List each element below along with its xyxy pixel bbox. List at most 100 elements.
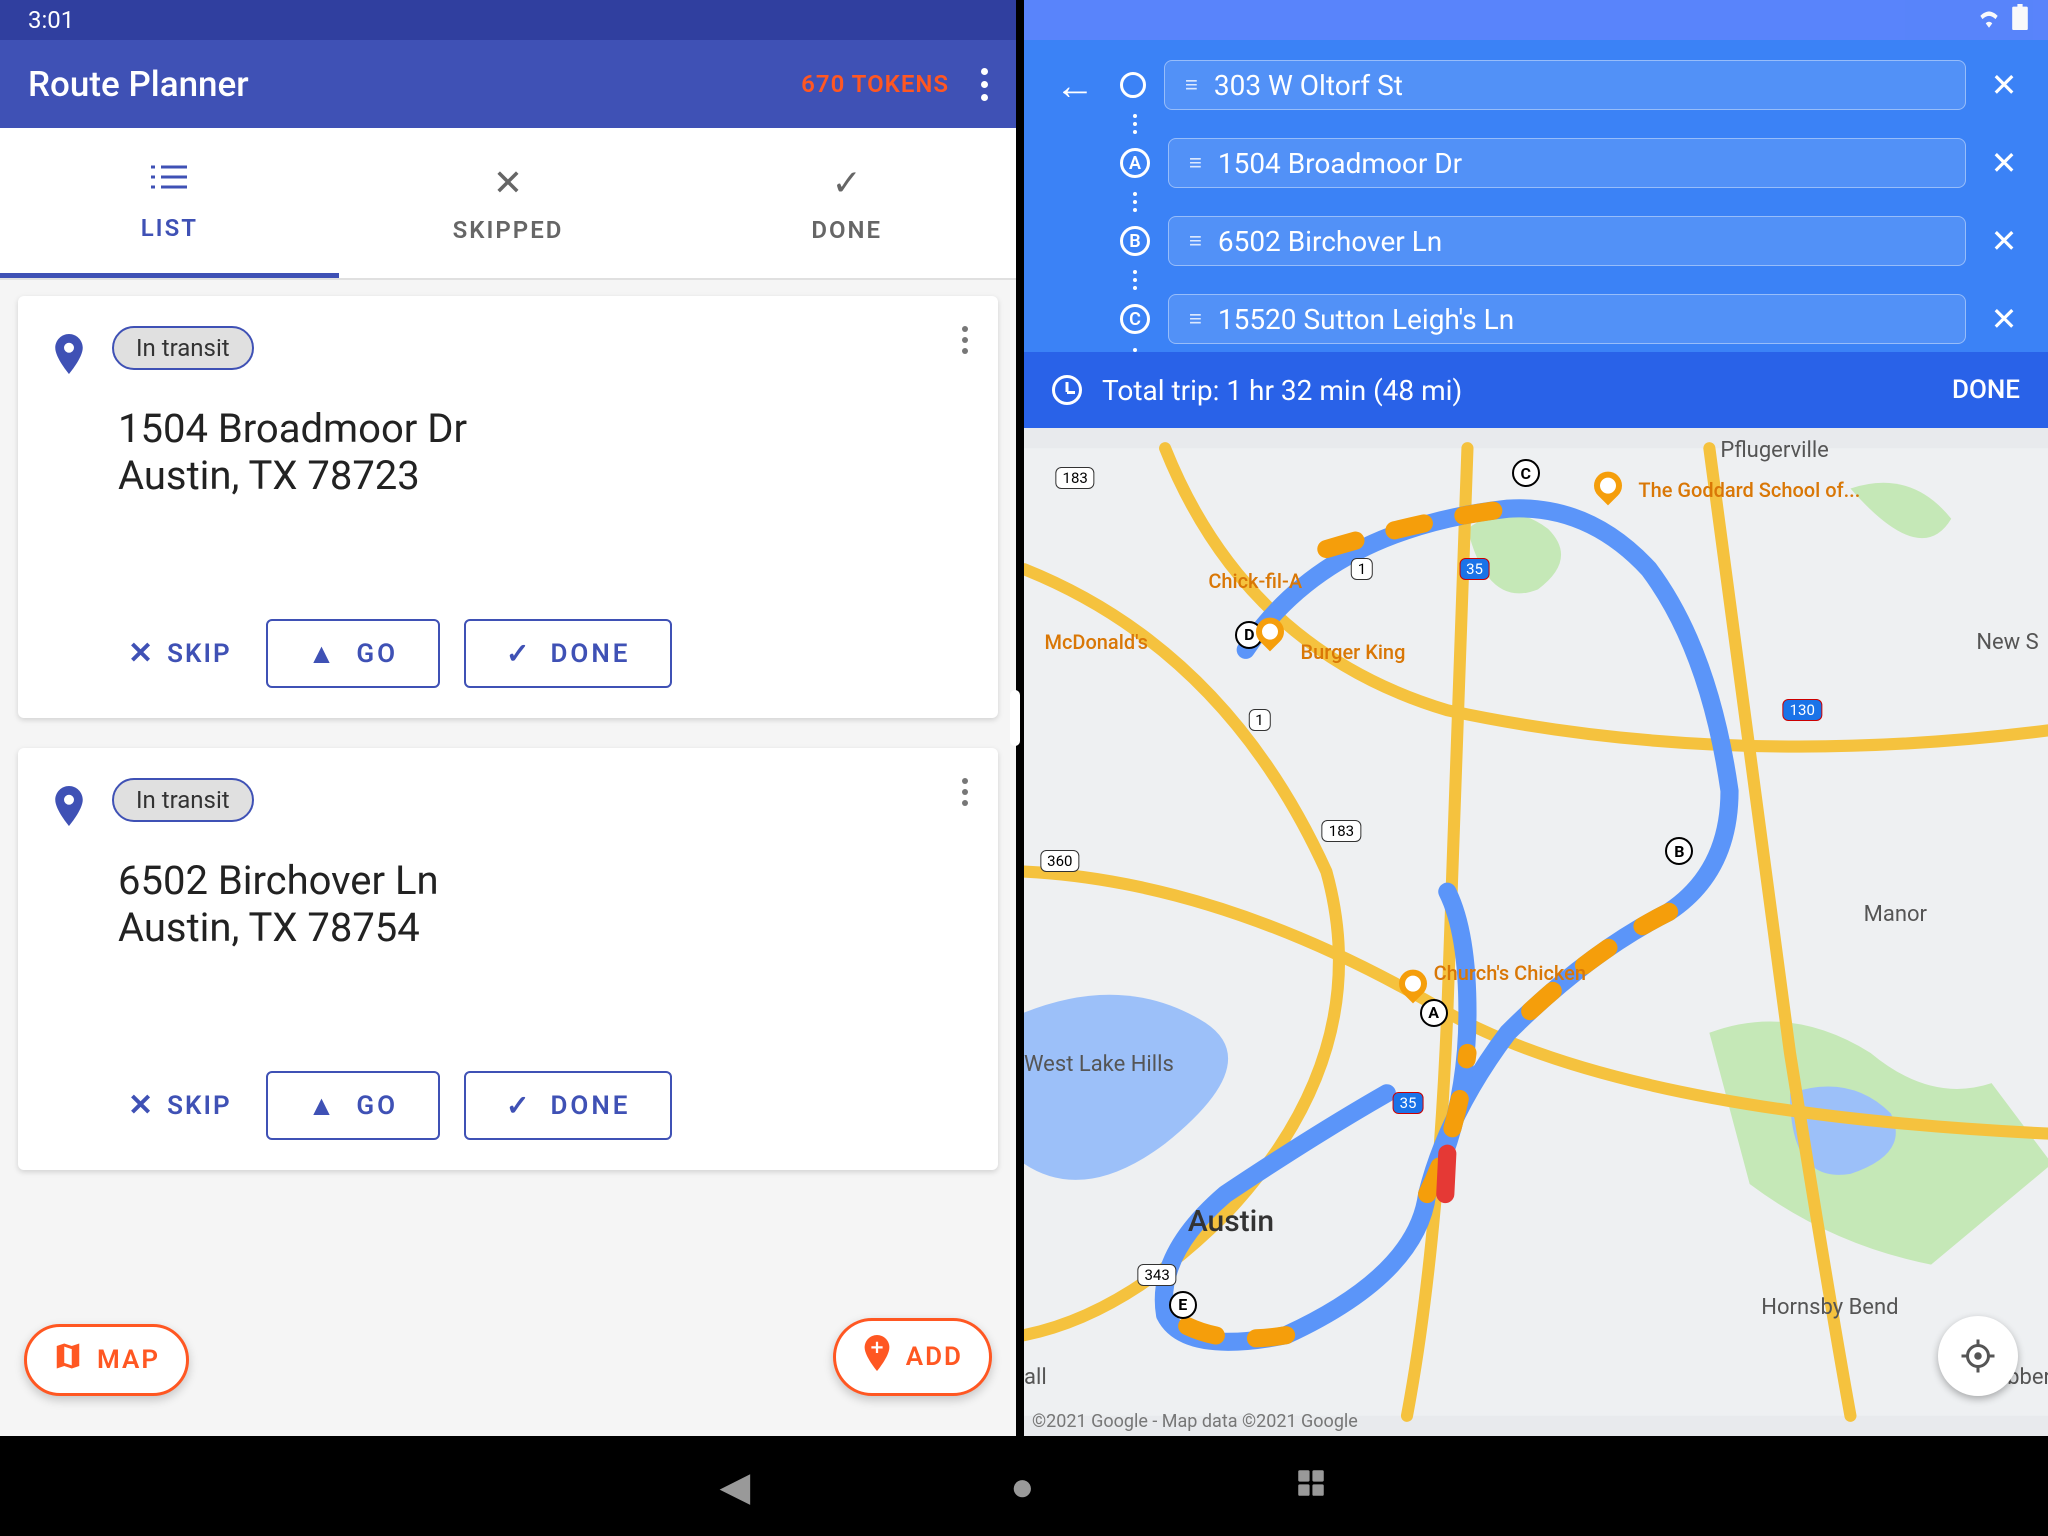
status-bar-right (1024, 0, 2048, 40)
waypoint-input[interactable]: ≡303 W Oltorf St (1164, 60, 1966, 110)
remove-waypoint-icon[interactable]: ✕ (1984, 144, 2024, 182)
close-icon: ✕ (128, 1088, 155, 1123)
connector-dots-icon (1120, 270, 1150, 290)
location-pin-icon (54, 334, 84, 383)
waypoint-row: B ≡6502 Birchover Ln ✕ (1048, 210, 2024, 272)
skip-button[interactable]: ✕SKIP (118, 1074, 242, 1137)
trip-summary: Total trip: 1 hr 32 min (48 mi) (1102, 374, 1462, 407)
my-location-button[interactable] (1938, 1316, 2018, 1396)
tab-done-label: DONE (811, 216, 882, 244)
drag-handle-icon[interactable]: ≡ (1185, 72, 1198, 98)
connector-dots-icon (1120, 114, 1150, 134)
road-shield: 35 (1393, 1092, 1424, 1114)
road-shield: 35 (1459, 558, 1490, 580)
stop-card[interactable]: In transit 6502 Birchover Ln Austin, TX … (18, 748, 998, 1170)
recents-nav-icon[interactable] (1294, 1463, 1328, 1510)
address-line1: 6502 Birchover Ln (118, 857, 962, 904)
drag-handle-icon[interactable]: ≡ (1189, 228, 1202, 254)
waypoint-input[interactable]: ≡15520 Sutton Leigh's Ln (1168, 294, 1966, 344)
waypoint-marker-e[interactable]: E (1169, 1291, 1197, 1319)
status-chip: In transit (112, 326, 254, 370)
split-handle[interactable] (1010, 690, 1020, 746)
road-shield: 1 (1351, 558, 1373, 580)
map-label: Hornsby Bend (1761, 1295, 1898, 1320)
remove-waypoint-icon[interactable]: ✕ (1984, 222, 2024, 260)
stop-card[interactable]: In transit 1504 Broadmoor Dr Austin, TX … (18, 296, 998, 718)
navigate-icon: ▲ (308, 1089, 339, 1122)
map-label: Church's Chicken (1434, 962, 1586, 984)
close-icon: ✕ (128, 636, 155, 671)
waypoint-row: A ≡1504 Broadmoor Dr ✕ (1048, 132, 2024, 194)
back-arrow-icon[interactable]: ← (1048, 62, 1102, 109)
list-icon (149, 160, 189, 202)
map-label: The Goddard School of... (1638, 478, 1860, 502)
road-shield: 183 (1322, 820, 1361, 842)
done-button[interactable]: ✓DONE (464, 619, 672, 688)
drag-handle-icon[interactable]: ≡ (1189, 306, 1202, 332)
battery-icon (2012, 4, 2028, 36)
tabs: LIST ✕ SKIPPED ✓ DONE (0, 128, 1016, 278)
waypoint-marker-b[interactable]: B (1665, 837, 1693, 865)
add-fab-label: ADD (906, 1342, 963, 1372)
crosshair-icon (1960, 1338, 1996, 1374)
address-line1: 1504 Broadmoor Dr (118, 405, 962, 452)
waypoint-marker-a[interactable]: A (1420, 999, 1448, 1027)
remove-waypoint-icon[interactable]: ✕ (1984, 300, 2024, 338)
trip-summary-bar: Total trip: 1 hr 32 min (48 mi) DONE (1024, 352, 2048, 428)
map-label: Austin (1188, 1204, 1274, 1239)
skip-button[interactable]: ✕SKIP (118, 622, 242, 685)
card-overflow-icon[interactable] (962, 778, 968, 806)
map-label: Chick-fil-A (1208, 569, 1302, 593)
tab-list-label: LIST (141, 214, 198, 242)
stops-list[interactable]: In transit 1504 Broadmoor Dr Austin, TX … (0, 280, 1016, 1436)
status-chip: In transit (112, 778, 254, 822)
app-bar: Route Planner 670 TOKENS (0, 40, 1016, 128)
waypoint-letter: C (1120, 304, 1150, 334)
map-label: New S (1976, 630, 2038, 655)
tab-skipped[interactable]: ✕ SKIPPED (339, 128, 678, 278)
map-label: Burger King (1300, 640, 1405, 664)
app-title: Route Planner (28, 64, 801, 105)
map-label: West Lake Hills (1024, 1053, 1174, 1077)
map-label: all (1024, 1365, 1047, 1390)
trip-done-button[interactable]: DONE (1952, 375, 2020, 405)
back-nav-icon[interactable]: ◀ (720, 1463, 751, 1510)
wifi-icon (1976, 6, 2002, 34)
map-attribution: ©2021 Google - Map data ©2021 Google (1032, 1411, 1358, 1432)
road-shield: 343 (1137, 1264, 1176, 1286)
waypoint-letter: A (1120, 148, 1150, 178)
map-canvas[interactable]: C B A D E Pflugerville The Goddard Schoo… (1024, 428, 2048, 1436)
done-button[interactable]: ✓DONE (464, 1071, 672, 1140)
home-nav-icon[interactable]: ● (1010, 1463, 1034, 1510)
map-fab[interactable]: MAP (24, 1324, 189, 1396)
waypoint-marker-c[interactable]: C (1512, 459, 1540, 487)
start-circle-icon (1120, 72, 1146, 98)
road-shield: 1 (1248, 709, 1270, 731)
go-button[interactable]: ▲GO (266, 619, 440, 688)
go-button[interactable]: ▲GO (266, 1071, 440, 1140)
map-label: McDonald's (1044, 630, 1147, 654)
close-icon: ✕ (493, 162, 523, 204)
map-label: Manor (1864, 902, 1927, 927)
tab-done[interactable]: ✓ DONE (677, 128, 1016, 278)
connector-dots-icon (1120, 192, 1150, 212)
map-label: Pflugerville (1720, 438, 1829, 463)
tab-list[interactable]: LIST (0, 128, 339, 278)
remove-waypoint-icon[interactable]: ✕ (1984, 66, 2024, 104)
card-overflow-icon[interactable] (962, 326, 968, 354)
waypoint-input[interactable]: ≡6502 Birchover Ln (1168, 216, 1966, 266)
drag-handle-icon[interactable]: ≡ (1189, 150, 1202, 176)
waypoint-row: C ≡15520 Sutton Leigh's Ln ✕ (1048, 288, 2024, 350)
android-nav-bar: ◀ ● (0, 1436, 2048, 1536)
overflow-menu-icon[interactable] (981, 68, 988, 101)
tokens-label[interactable]: 670 TOKENS (801, 70, 949, 98)
add-fab[interactable]: ADD (833, 1318, 992, 1396)
map-icon (53, 1341, 83, 1379)
clock-icon (1052, 375, 1082, 405)
waypoint-row: ← ≡303 W Oltorf St ✕ (1048, 54, 2024, 116)
status-bar: 3:01 (0, 0, 1016, 40)
waypoint-input[interactable]: ≡1504 Broadmoor Dr (1168, 138, 1966, 188)
road-shield: 360 (1040, 850, 1079, 872)
map-svg (1024, 428, 2048, 1436)
navigate-icon: ▲ (308, 637, 339, 670)
